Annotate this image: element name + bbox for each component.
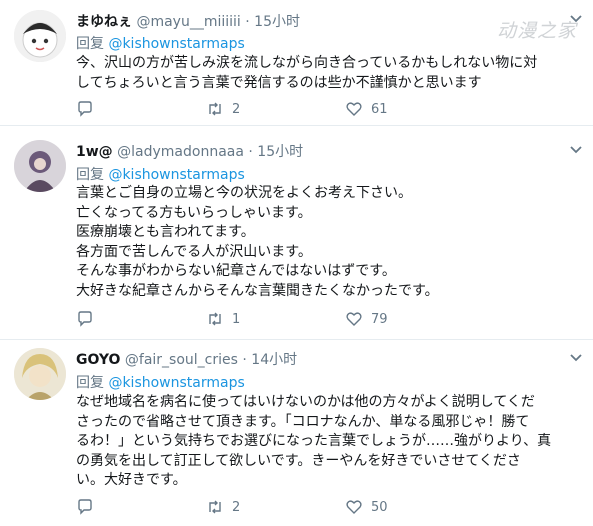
retweet-button[interactable]: 2 — [206, 99, 240, 119]
retweet-button[interactable]: 1 — [206, 309, 240, 329]
retweet-icon — [209, 102, 221, 116]
tweet-text: なぜ地域名を病名に使ってはいけないのかは他の方々がよく説明してくだ さったので省… — [76, 394, 552, 488]
user-handle[interactable]: @fair_soul_cries — [125, 352, 238, 368]
reply-to-link[interactable]: @kishownstarmaps — [108, 167, 244, 183]
avatar-image — [14, 348, 66, 400]
avatar[interactable] — [14, 348, 66, 400]
like-count: 50 — [371, 499, 388, 515]
tweet-actions: 1 79 — [76, 309, 536, 329]
reply-context: 回复 @kishownstarmaps — [76, 372, 245, 392]
like-button[interactable]: 61 — [345, 99, 388, 119]
avatar-image — [14, 140, 66, 192]
tweet-header: 1w@ @ladymadonnaaa · 15小时 — [76, 141, 303, 161]
like-button[interactable]: 50 — [345, 497, 388, 517]
user-handle[interactable]: @mayu__miiiiii — [136, 14, 240, 30]
like-button[interactable]: 79 — [345, 309, 388, 329]
reply-context: 回复 @kishownstarmaps — [76, 33, 245, 53]
chevron-down-icon[interactable] — [569, 12, 583, 26]
like-count: 61 — [371, 101, 388, 117]
reply-prefix: 回复 — [76, 375, 104, 391]
separator-dot: · — [248, 144, 253, 160]
reply-icon — [78, 311, 92, 327]
retweet-count: 1 — [232, 311, 241, 327]
tweet-header: GOYO @fair_soul_cries · 14小时 — [76, 349, 297, 369]
tweet-text: 言葉とご自身の立場と今の状況をよくお考え下さい。 亡くなってる方もいらっしゃいま… — [76, 185, 439, 299]
like-count: 79 — [371, 311, 388, 327]
separator-dot: · — [245, 14, 250, 30]
tweet: まゆねぇ @mayu__miiiiii · 15小时 回复 @kishownst… — [0, 0, 593, 126]
timestamp[interactable]: 14小时 — [251, 352, 297, 368]
display-name[interactable]: 1w@ — [76, 144, 113, 160]
separator-dot: · — [242, 352, 247, 368]
retweet-button[interactable]: 2 — [206, 497, 240, 517]
tweet-text: 今、沢山の方が苦しみ涙を流しながら向き合っているかもしれない物に対 してちょろい… — [76, 55, 538, 91]
like-icon — [346, 500, 362, 514]
display-name[interactable]: GOYO — [76, 352, 120, 368]
tweet: 1w@ @ladymadonnaaa · 15小时 回复 @kishownsta… — [0, 126, 593, 340]
reply-button[interactable] — [76, 497, 94, 517]
timestamp[interactable]: 15小时 — [254, 14, 300, 30]
like-icon — [346, 312, 362, 326]
reply-to-link[interactable]: @kishownstarmaps — [108, 36, 244, 52]
tweet-actions: 2 50 — [76, 497, 536, 517]
retweet-count: 2 — [232, 499, 241, 515]
reply-context: 回复 @kishownstarmaps — [76, 164, 245, 184]
reply-icon — [78, 101, 92, 117]
tweet-actions: 2 61 — [76, 99, 536, 119]
reply-to-link[interactable]: @kishownstarmaps — [108, 375, 244, 391]
reply-prefix: 回复 — [76, 36, 104, 52]
retweet-icon — [209, 312, 221, 326]
reply-prefix: 回复 — [76, 167, 104, 183]
tweet-header: まゆねぇ @mayu__miiiiii · 15小时 — [76, 11, 300, 31]
display-name[interactable]: まゆねぇ — [76, 14, 132, 30]
retweet-icon — [209, 500, 221, 514]
tweet: GOYO @fair_soul_cries · 14小时 回复 @kishown… — [0, 340, 593, 526]
like-icon — [346, 102, 362, 116]
avatar[interactable] — [14, 10, 66, 62]
reply-icon — [78, 499, 92, 515]
timestamp[interactable]: 15小时 — [257, 144, 303, 160]
chevron-down-icon[interactable] — [569, 351, 583, 365]
user-handle[interactable]: @ladymadonnaaa — [117, 144, 244, 160]
avatar-image — [14, 10, 66, 62]
reply-button[interactable] — [76, 99, 94, 119]
chevron-down-icon[interactable] — [569, 143, 583, 157]
avatar[interactable] — [14, 140, 66, 192]
reply-button[interactable] — [76, 309, 94, 329]
retweet-count: 2 — [232, 101, 241, 117]
